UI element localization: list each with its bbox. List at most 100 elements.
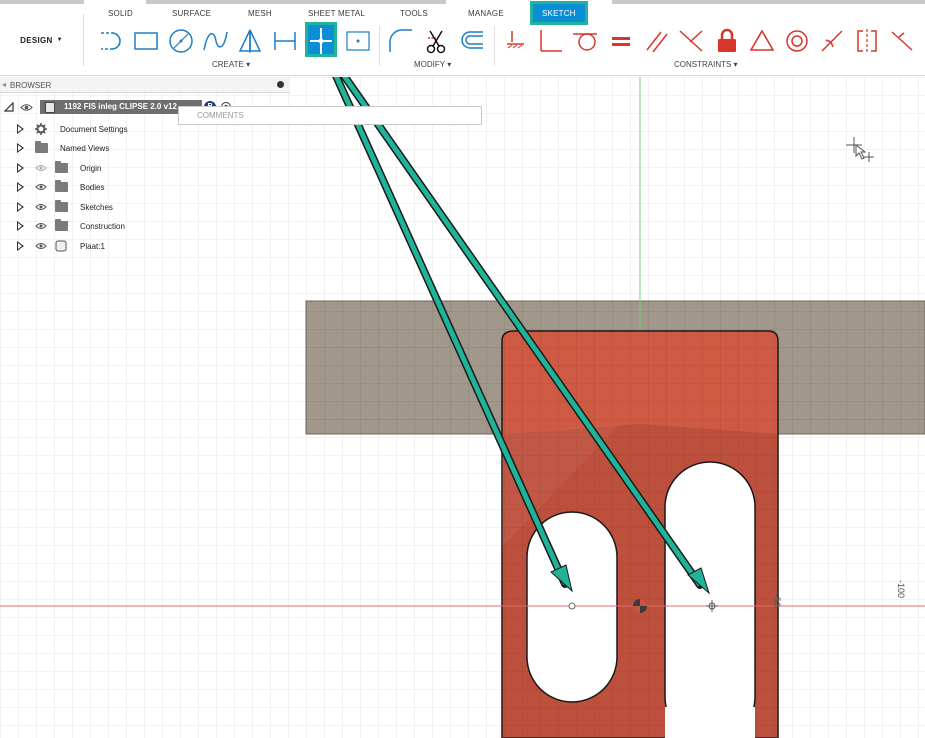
tree-item-named-views[interactable]: Named Views (0, 140, 200, 156)
intersect-lines-icon (679, 30, 703, 52)
dimension-minus50: -50 (772, 594, 782, 607)
eye-hidden-icon[interactable] (35, 164, 47, 172)
folder-icon (35, 141, 48, 153)
tab-solid[interactable]: SOLID (108, 9, 133, 18)
toolbar: SOLID SURFACE MESH SHEET METAL TOOLS MAN… (0, 0, 925, 76)
eye-icon[interactable] (35, 183, 47, 191)
expand-icon[interactable] (17, 202, 24, 212)
tree-item-label: Sketches (80, 203, 113, 212)
tab-mesh[interactable]: MESH (248, 9, 272, 18)
browser-header[interactable]: ◂ BROWSER (0, 77, 290, 93)
scissors-icon (426, 30, 446, 54)
folder-icon (55, 161, 68, 173)
tab-sketch[interactable]: SKETCH (530, 1, 588, 25)
offset-icon (461, 31, 483, 49)
text-tool[interactable] (343, 27, 373, 55)
rectangle-tool[interactable] (131, 27, 161, 55)
midpoint-constraint[interactable] (817, 27, 847, 55)
comments-field[interactable]: COMMENTS (178, 106, 482, 125)
left-slot-center[interactable] (568, 602, 576, 610)
expand-icon[interactable] (17, 182, 24, 192)
point-tool[interactable] (306, 27, 336, 55)
tree-item-plaat[interactable]: Plaat:1 (0, 238, 200, 254)
collapse-icon[interactable]: ◂ (2, 80, 6, 89)
eye-icon[interactable] (35, 203, 47, 211)
symmetry-icon (857, 29, 877, 53)
horizontal-vertical-constraint[interactable] (747, 27, 777, 55)
right-slot (664, 461, 756, 738)
equal-constraint[interactable] (606, 27, 636, 55)
tangent-icon (573, 33, 597, 51)
expand-icon[interactable] (17, 143, 24, 153)
comments-placeholder: COMMENTS (197, 111, 244, 120)
lock-constraint[interactable] (712, 27, 742, 55)
tab-surface[interactable]: SURFACE (172, 9, 211, 18)
browser-panel: ◂ BROWSER 1192 FIS inleg CLIPSE 2.0 v12 … (0, 77, 290, 257)
expand-icon[interactable] (17, 124, 24, 134)
expand-icon[interactable] (17, 163, 24, 173)
project-tool[interactable] (270, 27, 300, 55)
tab-sheet-metal[interactable]: SHEET METAL (308, 9, 365, 18)
fix-constraint[interactable] (502, 27, 532, 55)
tree-item-label: Document Settings (60, 125, 128, 134)
expand-icon[interactable] (17, 221, 24, 231)
workspace-tabs: SOLID SURFACE MESH SHEET METAL TOOLS MAN… (0, 0, 925, 25)
create-menu[interactable]: CREATE ▾ (212, 60, 250, 69)
chevron-down-icon: ▼ (56, 37, 63, 43)
folder-icon (55, 180, 68, 192)
circle-tool[interactable] (166, 27, 196, 55)
perpendicular-icon (540, 30, 562, 52)
line-tool[interactable] (96, 27, 126, 55)
eye-icon[interactable] (35, 242, 47, 250)
expand-down-icon[interactable] (4, 102, 14, 112)
ground-fix-icon (507, 31, 524, 49)
perpendicular-constraint[interactable] (535, 27, 565, 55)
tree-item-label: Plaat:1 (80, 242, 105, 251)
concentric-icon (786, 30, 808, 52)
tree-item-label: Bodies (80, 183, 105, 192)
curvature-constraint[interactable] (888, 27, 918, 55)
tree-item-bodies[interactable]: Bodies (0, 179, 200, 195)
constraints-menu[interactable]: CONSTRAINTS ▾ (674, 60, 738, 69)
fillet-tool[interactable] (385, 27, 415, 55)
tree-item-label: Named Views (60, 144, 110, 153)
pin-icon[interactable] (277, 81, 284, 88)
modify-menu[interactable]: MODIFY ▾ (414, 60, 451, 69)
symmetry-constraint[interactable] (852, 27, 882, 55)
trim-tool[interactable] (421, 27, 451, 55)
browser-title: BROWSER (10, 81, 52, 90)
eye-icon[interactable] (20, 103, 33, 112)
dimension-line-icon (274, 32, 296, 50)
tree-item-construction[interactable]: Construction (0, 218, 200, 234)
arc-spline-tool[interactable] (200, 27, 230, 55)
folder-icon (55, 200, 68, 212)
tree-item-origin[interactable]: Origin (0, 160, 200, 176)
parallel-icon (646, 31, 668, 53)
spline-icon (203, 31, 228, 51)
dimension-minus100: -100 (896, 580, 906, 598)
point-box-icon (346, 31, 370, 51)
expand-icon[interactable] (17, 241, 24, 251)
workspace-design-dropdown[interactable]: DESIGN ▼ (0, 14, 84, 66)
curvature-icon (891, 31, 913, 51)
eye-icon[interactable] (35, 222, 47, 230)
triangle-tool[interactable] (235, 27, 265, 55)
tab-manage[interactable]: MANAGE (468, 9, 504, 18)
rectangle-icon (134, 32, 158, 50)
tree-item-sketches[interactable]: Sketches (0, 199, 200, 215)
folder-icon (55, 219, 68, 231)
tab-tools[interactable]: TOOLS (400, 9, 428, 18)
mirror-triangle-icon (238, 29, 262, 53)
line-icon (101, 32, 121, 50)
triangle-outline-icon (749, 29, 775, 51)
origin-marker (633, 599, 647, 613)
parallel-constraint[interactable] (642, 27, 672, 55)
tree-item-document-settings[interactable]: Document Settings (0, 121, 200, 137)
component-icon (55, 240, 67, 252)
concentric-constraint[interactable] (782, 27, 812, 55)
fillet-icon (389, 29, 412, 52)
tangent-constraint[interactable] (570, 27, 600, 55)
coincident-constraint[interactable] (676, 27, 706, 55)
equal-icon (612, 37, 630, 46)
offset-tool[interactable] (456, 27, 486, 55)
